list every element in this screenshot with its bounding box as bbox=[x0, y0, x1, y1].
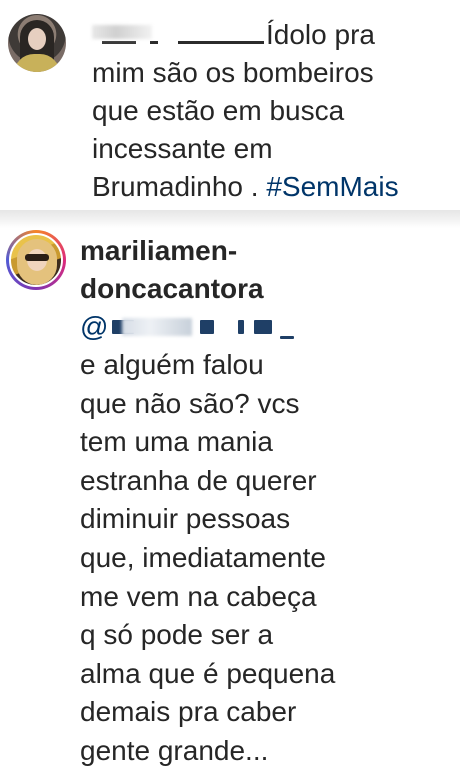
comment-2-line: alma que é pequena bbox=[80, 657, 336, 689]
comment-1-line3: que estão em busca bbox=[92, 95, 345, 126]
comment-2-line: que não são? vcs bbox=[80, 387, 300, 419]
comment-1-text: Ídolo pra mim são os bombeiros que estão… bbox=[92, 16, 452, 206]
comment-2-line: estranha de querer bbox=[80, 464, 317, 496]
comment-2-line: tem uma mania bbox=[80, 426, 273, 458]
redacted-mention bbox=[108, 312, 298, 342]
comment-1-line2: mim são os bombeiros bbox=[92, 57, 374, 88]
username[interactable]: mariliamen- doncacantora bbox=[80, 232, 450, 308]
comment-2-line: demais pra caber bbox=[80, 696, 297, 728]
comment-1-line5: Brumadinho . bbox=[92, 171, 267, 202]
username-line2: doncacantora bbox=[80, 273, 264, 304]
comment-2: mariliamen- doncacantora @ e alguém falo… bbox=[0, 226, 460, 772]
comment-2-line: gente grande... bbox=[80, 734, 269, 766]
mention-at: @ bbox=[80, 311, 109, 342]
comment-2-line: q só pode ser a bbox=[80, 619, 274, 651]
comment-2-line: diminuir pessoas bbox=[80, 503, 291, 535]
commenter-avatar[interactable] bbox=[8, 14, 66, 72]
comments-screen: Ídolo pra mim são os bombeiros que estão… bbox=[0, 0, 460, 772]
hashtag-link[interactable]: #SemMais bbox=[266, 171, 398, 202]
comment-2-line: e alguém falou bbox=[80, 349, 264, 380]
marilia-avatar[interactable] bbox=[9, 233, 63, 287]
comment-1-line4: incessante em bbox=[92, 133, 273, 164]
comment-1: Ídolo pra mim são os bombeiros que estão… bbox=[0, 0, 460, 208]
username-line1: mariliamen- bbox=[80, 235, 238, 266]
mention-link[interactable]: @ bbox=[80, 308, 450, 346]
comment-1-line1: Ídolo pra bbox=[266, 19, 375, 50]
story-ring[interactable] bbox=[6, 230, 66, 290]
comment-2-line: me vem na cabeça bbox=[80, 580, 317, 612]
redacted-username[interactable] bbox=[92, 21, 264, 47]
comment-2-text: e alguém falou que não são? vcs tem uma … bbox=[80, 346, 450, 771]
comment-2-line: que, imediatamente bbox=[80, 541, 326, 573]
